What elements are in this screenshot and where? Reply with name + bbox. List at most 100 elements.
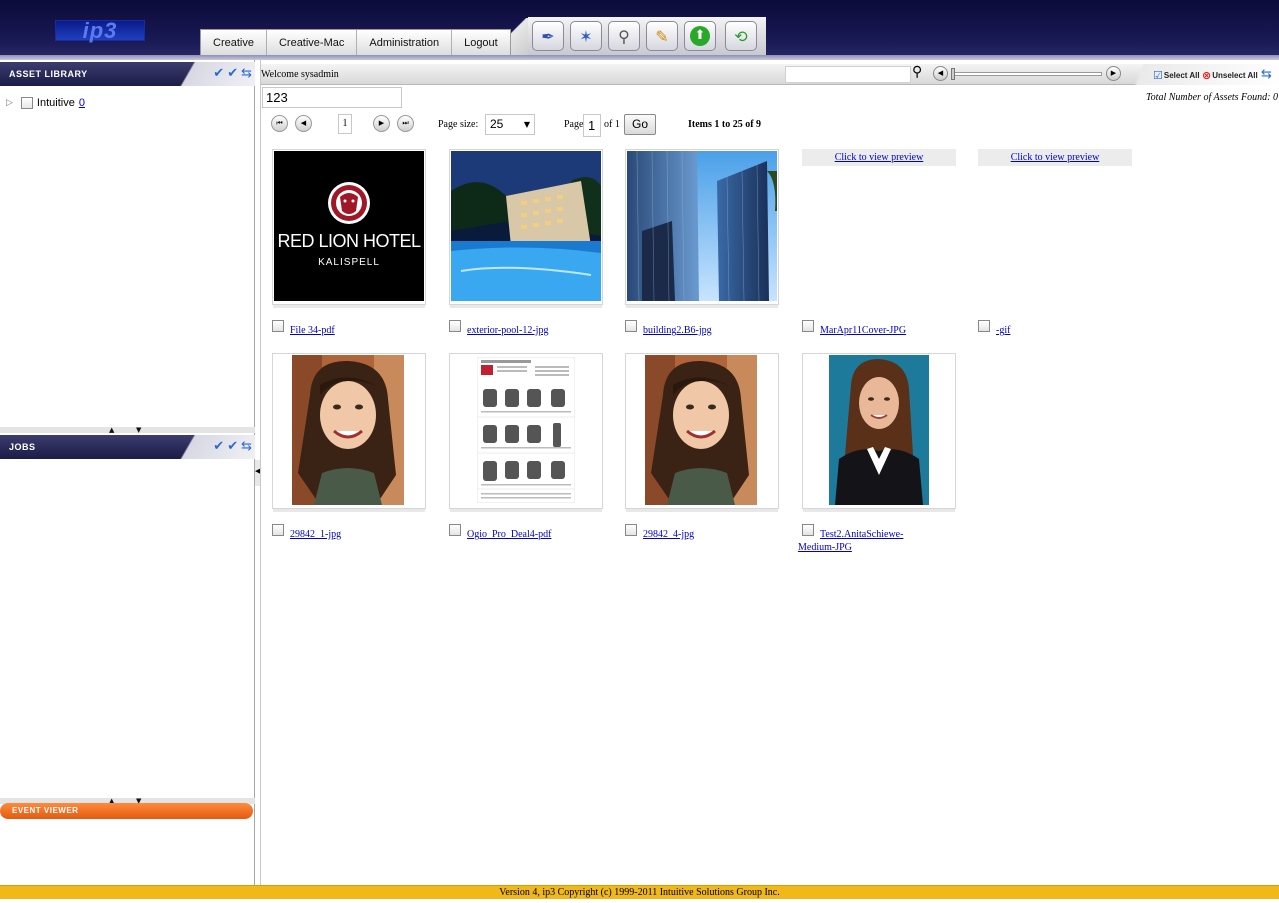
total-assets-found: Total Number of Assets Found: 0 [1146, 92, 1278, 103]
tab-administration[interactable]: Administration [357, 30, 453, 57]
page-size-select[interactable]: 25 ▼ [485, 114, 535, 135]
asset-checkbox[interactable] [272, 320, 284, 332]
last-page-icon[interactable]: ⏭ [397, 115, 414, 132]
slider-right-icon[interactable]: ▶ [1106, 66, 1121, 81]
current-page-indicator: 1 [338, 114, 352, 134]
asset-card[interactable]: 29842_1-jpg [272, 353, 432, 553]
tab-creative[interactable]: Creative [201, 30, 267, 57]
asset-thumbnail[interactable] [449, 353, 603, 509]
portrait-woman-graphic [829, 355, 929, 505]
unselect-all-button[interactable]: ⊗ Unselect All [1202, 69, 1258, 82]
page-number-input[interactable]: 1 [583, 114, 601, 137]
main-toolbar: ✒ ✶ ⚲ ✎ ⬆ ⟲ [528, 17, 766, 55]
asset-checkbox[interactable] [449, 320, 461, 332]
portrait-girl-graphic [645, 355, 757, 505]
asset-name-link[interactable]: building2.B6-jpg [643, 324, 773, 337]
check-all-icon[interactable]: ✔ [213, 66, 224, 81]
first-page-icon[interactable]: ⏮ [271, 115, 288, 132]
asset-checkbox[interactable] [625, 320, 637, 332]
slider-thumb[interactable] [951, 68, 955, 80]
click-to-view-preview-link[interactable]: Click to view preview [978, 149, 1132, 166]
asset-thumbnail[interactable] [625, 353, 779, 509]
main-content: Welcome sysadmin ⚲ ◀ ▶ ☑ Select All ⊗ Un… [260, 60, 1279, 885]
asset-card[interactable]: Click to view preview MarApr11Cover-JPG [802, 149, 962, 339]
quick-search-input[interactable] [785, 66, 911, 83]
magic-wand-icon[interactable]: ✶ [570, 21, 602, 51]
tab-logout[interactable]: Logout [452, 30, 510, 57]
tree-item-intuitive[interactable]: ▷ Intuitive 0 [6, 97, 85, 109]
asset-thumbnail[interactable] [625, 149, 779, 305]
asset-card[interactable]: RED LION HOTEL KALISPELL File 34-pdf [272, 149, 432, 339]
pen-tool-icon[interactable]: ✒ [532, 21, 564, 51]
tree-count-link[interactable]: 0 [79, 97, 85, 109]
refresh-icon[interactable]: ⇆ [241, 439, 252, 454]
backpack-catalog-graphic [477, 357, 575, 503]
upload-icon[interactable]: ⬆ [684, 21, 716, 51]
top-nav-tabs: Creative Creative-Mac Administration Log… [200, 29, 511, 57]
hotel-pool-graphic [451, 151, 601, 301]
asset-name-link[interactable]: Test2.AnitaSchiewe-Medium-JPG [798, 528, 928, 554]
items-range: Items 1 to 25 of 9 [688, 119, 762, 130]
asset-checkbox[interactable] [449, 524, 461, 536]
tab-creative-mac[interactable]: Creative-Mac [267, 30, 358, 57]
asset-name-link[interactable]: File 34-pdf [290, 324, 420, 337]
panel-splitter[interactable]: ▲ ▼ [0, 426, 255, 434]
edit-note-icon[interactable]: ✎ [646, 21, 678, 51]
asset-library-actions: ✔ ✔ ⇆ [213, 66, 252, 81]
asset-checkbox[interactable] [272, 524, 284, 536]
thumbnail-size-slider[interactable]: ◀ ▶ [933, 66, 1125, 82]
asset-checkbox[interactable] [802, 320, 814, 332]
asset-name-link[interactable]: Ogio_Pro_Deal4-pdf [467, 528, 597, 541]
red-x-icon: ⊗ [1202, 69, 1212, 82]
check-selected-icon[interactable]: ✔ [227, 66, 238, 81]
asset-name-link[interactable]: exterior-pool-12-jpg [467, 324, 597, 337]
asset-thumbnail[interactable] [272, 353, 426, 509]
search-refresh-icon[interactable]: ⟲ [725, 21, 757, 51]
asset-name-link[interactable]: 29842_4-jpg [643, 528, 773, 541]
asset-thumbnail[interactable] [449, 149, 603, 305]
asset-card[interactable]: exterior-pool-12-jpg [449, 149, 609, 339]
welcome-bar: Welcome sysadmin ⚲ ◀ ▶ ☑ Select All ⊗ Un… [261, 64, 1279, 85]
asset-checkbox[interactable] [978, 320, 990, 332]
asset-card[interactable]: Click to view preview -gif [978, 149, 1138, 339]
chevron-down-icon: ▼ [523, 120, 530, 129]
select-all-button[interactable]: ☑ Select All [1153, 69, 1200, 82]
tree-label: Intuitive [36, 97, 75, 109]
slider-left-icon[interactable]: ◀ [933, 66, 948, 81]
asset-card[interactable]: 29842_4-jpg [625, 353, 785, 553]
asset-card[interactable]: Test2.AnitaSchiewe-Medium-JPG [798, 353, 962, 553]
asset-name-link[interactable]: -gif [996, 324, 1126, 337]
ip3-logo: ip3 [55, 20, 145, 42]
glass-towers-graphic [627, 151, 777, 301]
asset-card[interactable]: Ogio_Pro_Deal4-pdf [449, 353, 609, 553]
check-all-icon[interactable]: ✔ [213, 439, 224, 454]
tree-checkbox[interactable] [20, 97, 33, 109]
asset-name-link[interactable]: MarApr11Cover-JPG [820, 324, 950, 337]
jobs-title: JOBS [9, 442, 36, 452]
refresh-icon[interactable]: ⇆ [1261, 67, 1272, 82]
asset-checkbox[interactable] [625, 524, 637, 536]
asset-thumbnail[interactable]: RED LION HOTEL KALISPELL [272, 149, 426, 305]
pagination-bar: ⏮ ◀ 1 ▶ ⏭ Page size: 25 ▼ Page: 1 of 1 G… [271, 113, 971, 137]
glass-towers-image [627, 151, 777, 301]
lion-crest-icon [328, 182, 370, 224]
jobs-actions: ✔ ✔ ⇆ [213, 439, 252, 454]
next-page-icon[interactable]: ▶ [373, 115, 390, 132]
asset-name-link[interactable]: 29842_1-jpg [290, 528, 420, 541]
slider-track[interactable] [952, 72, 1102, 76]
asset-card[interactable]: building2.B6-jpg [625, 149, 785, 339]
splitter-up-icon[interactable]: ▲ [109, 426, 114, 434]
event-viewer-header[interactable]: EVENT VIEWER [0, 803, 253, 819]
check-selected-icon[interactable]: ✔ [227, 439, 238, 454]
go-button[interactable]: Go [624, 114, 656, 135]
total-found-label: Total Number of Assets Found: [1146, 92, 1271, 103]
magnifier-icon[interactable]: ⚲ [608, 21, 640, 51]
expand-arrow-icon[interactable]: ▷ [6, 98, 13, 108]
refresh-icon[interactable]: ⇆ [241, 66, 252, 81]
search-icon[interactable]: ⚲ [912, 64, 922, 80]
splitter-down-icon[interactable]: ▼ [136, 426, 141, 434]
click-to-view-preview-link[interactable]: Click to view preview [802, 149, 956, 166]
prev-page-icon[interactable]: ◀ [295, 115, 312, 132]
asset-thumbnail[interactable] [802, 353, 956, 509]
query-input[interactable]: 123 [262, 87, 402, 108]
